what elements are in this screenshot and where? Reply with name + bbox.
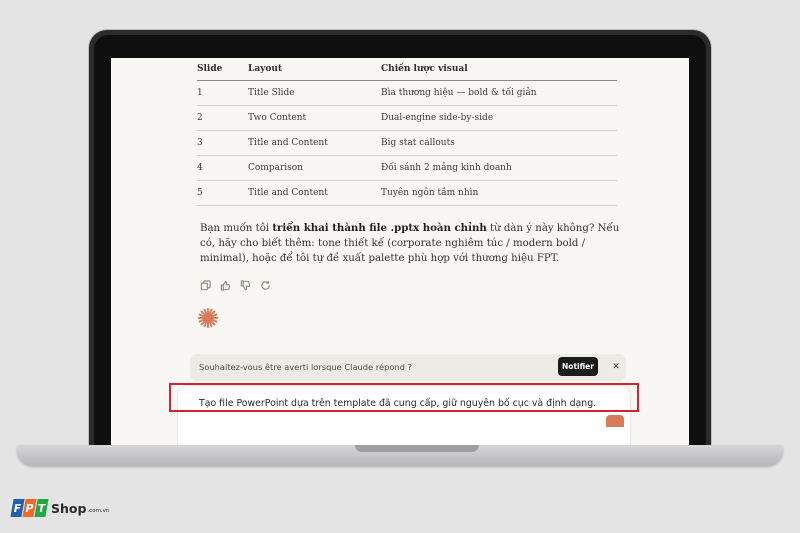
claude-spark-icon: [197, 307, 219, 329]
table-cell: Title and Content: [248, 130, 381, 156]
table-cell: 3: [197, 130, 248, 156]
notify-button[interactable]: Notifier: [558, 357, 598, 376]
table-row: 3 Title and Content Big stat callouts: [197, 130, 617, 156]
thumbs-up-icon[interactable]: [220, 276, 231, 291]
thumbs-down-icon[interactable]: [240, 276, 251, 291]
notification-banner: Souhaitez-vous être averti lorsque Claud…: [190, 354, 626, 381]
fpt-logo-tiles: F P T: [10, 499, 49, 517]
table-row: 2 Two Content Dual-engine side-by-side: [197, 105, 617, 131]
fpt-logo-letter: T: [34, 499, 49, 517]
table-cell: Bìa thương hiệu — bold & tối giản: [381, 80, 617, 106]
table-header-row: Slide Layout Chiến lược visual: [197, 58, 617, 81]
table-row: 5 Title and Content Tuyên ngôn tầm nhìn: [197, 180, 617, 206]
table-cell: Two Content: [248, 105, 381, 131]
table-cell: 2: [197, 105, 248, 131]
retry-icon[interactable]: [260, 276, 271, 290]
table-cell: Big stat callouts: [381, 130, 617, 156]
slide-plan-table: Slide Layout Chiến lược visual 1 Title S…: [197, 58, 617, 206]
assistant-message: Bạn muốn tôi triển khai thành file .pptx…: [200, 221, 620, 267]
table-header: Slide: [197, 58, 248, 81]
message-bold-text: triển khai thành file .pptx hoàn chỉnh: [272, 222, 487, 234]
table-cell: Title and Content: [248, 180, 381, 206]
fpt-shop-logo: F P T Shop .com.vn: [10, 499, 110, 517]
close-icon[interactable]: ✕: [609, 359, 623, 375]
table-cell: Title Slide: [248, 80, 381, 106]
table-header: Chiến lược visual: [381, 58, 617, 81]
table-header: Layout: [248, 58, 381, 81]
table-cell: Tuyên ngôn tầm nhìn: [381, 180, 617, 206]
table-cell: Dual-engine side-by-side: [381, 105, 617, 131]
table-cell: 4: [197, 155, 248, 181]
table-cell: Comparison: [248, 155, 381, 181]
brand-domain-text: .com.vn: [87, 508, 110, 514]
message-actions: [200, 276, 271, 291]
table-row: 4 Comparison Đối sánh 2 mảng kinh doanh: [197, 155, 617, 181]
highlight-frame: [169, 383, 639, 412]
laptop-base: [17, 445, 783, 466]
table-cell: 1: [197, 80, 248, 106]
brand-shop-text: Shop: [51, 501, 87, 516]
laptop-notch: [355, 445, 479, 452]
send-button[interactable]: [606, 415, 624, 427]
table-cell: 5: [197, 180, 248, 206]
table-cell: Đối sánh 2 mảng kinh doanh: [381, 155, 617, 181]
copy-icon[interactable]: [200, 276, 211, 291]
table-row: 1 Title Slide Bìa thương hiệu — bold & t…: [197, 80, 617, 106]
message-text: Bạn muốn tôi: [200, 223, 273, 234]
notification-text: Souhaitez-vous être averti lorsque Claud…: [199, 362, 413, 372]
